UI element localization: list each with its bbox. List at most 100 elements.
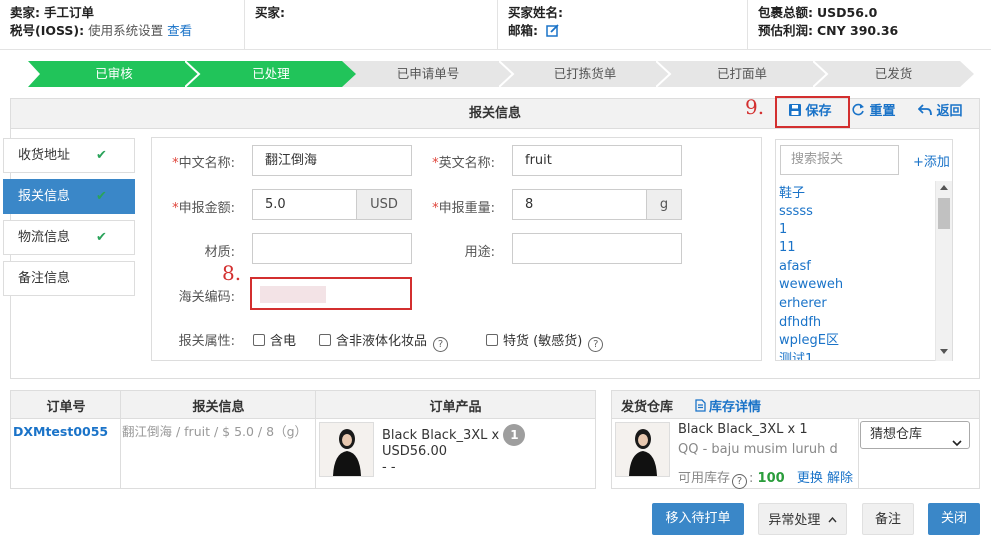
weight-input[interactable]: 8 (512, 189, 647, 220)
save-label: 保存 (805, 104, 832, 119)
step-tracking-applied: 已申请单号 (342, 61, 514, 87)
attr-sensitive[interactable]: 特货 (敏感货)? (486, 330, 604, 352)
step-label: 已处理 (252, 66, 290, 81)
tab-customs-info[interactable]: 报关信息 ✔ (3, 179, 135, 214)
customs-list-items: 鞋子 sssss 1 11 afasf weweweh erherer dfhd… (775, 185, 935, 360)
chevron-down-icon (952, 431, 962, 457)
stock-row: 可用库存?: 100 更换 解除 (678, 471, 853, 489)
annotation-8: 8. (222, 261, 242, 285)
list-item[interactable]: erherer (779, 295, 827, 313)
stock-label: 可用库存 (678, 471, 731, 486)
list-item[interactable]: 11 (779, 239, 796, 257)
product-title: Black Black_3XL x 1 (382, 424, 526, 446)
checkbox[interactable] (319, 334, 331, 346)
checkbox[interactable] (253, 334, 265, 346)
warehouse-product-image (615, 422, 670, 477)
scroll-thumb[interactable] (938, 198, 950, 229)
material-label: 材质: (204, 245, 235, 260)
unbind-link[interactable]: 解除 (827, 471, 853, 486)
help-icon[interactable]: ? (732, 474, 748, 489)
tab-logistics-info[interactable]: 物流信息 ✔ (3, 220, 135, 255)
cn-name-input[interactable]: 翻江倒海 (252, 145, 412, 176)
hs-code-input[interactable] (250, 277, 412, 310)
tab-shipping-address[interactable]: 收货地址 ✔ (3, 138, 135, 173)
back-label: 返回 (936, 104, 963, 119)
refresh-icon (852, 98, 865, 128)
exception-button[interactable]: 异常处理 (758, 503, 847, 535)
product-image (319, 422, 374, 477)
remark-button[interactable]: 备注 (862, 503, 914, 535)
seller-label: 卖家: (10, 5, 40, 20)
floppy-icon (789, 98, 801, 128)
usage-label: 用途: (464, 245, 495, 260)
back-arrow-icon (917, 98, 932, 128)
list-item[interactable]: 1 (779, 221, 787, 239)
weight-label: *申报重量: (432, 201, 495, 216)
col-order-no: 订单号 (46, 400, 86, 415)
step-shipped: 已发货 (813, 61, 974, 87)
buyer-name-column: 买家姓名: 邮箱: (498, 0, 748, 50)
reset-button[interactable]: 重置 (852, 97, 896, 127)
product-extra: - - (382, 460, 396, 475)
seller-column: 卖家: 手工订单 税号(IOSS): 使用系统设置 查看 (0, 0, 245, 50)
scroll-up-icon[interactable] (940, 185, 948, 190)
stock-detail-link[interactable]: 库存详情 (695, 396, 761, 416)
list-item[interactable]: 测试1 (779, 351, 813, 360)
step-label: 已申请单号 (396, 66, 460, 81)
chevron-up-icon (828, 504, 837, 536)
buyer-column: 买家: (245, 0, 498, 50)
weight-unit: g (646, 189, 682, 220)
en-name-input[interactable]: fruit (512, 145, 682, 176)
warehouse-product-title: Black Black_3XL x 1 (678, 422, 808, 437)
amount-unit: USD (356, 189, 412, 220)
list-item[interactable]: wplegE区 (779, 332, 839, 350)
check-icon: ✔ (96, 230, 107, 245)
list-item[interactable]: 鞋子 (779, 185, 805, 203)
attr-battery[interactable]: 含电 (253, 330, 296, 349)
tax-view-link[interactable]: 查看 (167, 23, 192, 38)
tab-label: 收货地址 (18, 148, 71, 163)
quantity-badge: 1 (503, 424, 526, 446)
email-label: 邮箱: (508, 23, 538, 38)
order-no-link[interactable]: DXMtest0055 (13, 424, 108, 439)
add-customs-link[interactable]: +添加 (913, 151, 950, 170)
close-button[interactable]: 关闭 (928, 503, 980, 535)
scroll-down-icon[interactable] (940, 349, 948, 354)
back-button[interactable]: 返回 (917, 97, 963, 128)
warehouse-title: 发货仓库 (621, 400, 674, 415)
list-item[interactable]: afasf (779, 258, 811, 276)
move-to-print-button[interactable]: 移入待打单 (652, 503, 744, 535)
document-icon (695, 399, 706, 416)
step-label: 已打拣货单 (553, 66, 617, 81)
check-icon: ✔ (96, 189, 107, 204)
step-picking-printed: 已打拣货单 (499, 61, 671, 87)
tab-label: 报关信息 (18, 189, 71, 204)
edit-icon[interactable] (546, 23, 560, 42)
annotation-9: 9. (745, 95, 765, 119)
checkbox[interactable] (486, 334, 498, 346)
tab-label: 物流信息 (18, 230, 71, 245)
amount-input[interactable]: 5.0 (252, 189, 357, 220)
list-item[interactable]: dfhdfh (779, 314, 821, 332)
list-scrollbar[interactable] (935, 181, 952, 361)
step-label-printed: 已打面单 (656, 61, 828, 87)
attr-label: 报关属性: (178, 334, 235, 349)
save-button[interactable]: 保存 (789, 97, 832, 127)
warehouse-select[interactable]: 猜想仓库 (860, 421, 970, 449)
step-audited: 已审核 (28, 61, 200, 87)
material-input[interactable] (252, 233, 412, 264)
usage-input[interactable] (512, 233, 682, 264)
attr-cosmetics[interactable]: 含非液体化妆品? (319, 330, 449, 352)
tab-remark-info[interactable]: 备注信息 (3, 261, 135, 296)
tab-label: 备注信息 (18, 271, 71, 286)
change-link[interactable]: 更换 (797, 471, 823, 486)
reset-label: 重置 (869, 104, 896, 119)
step-label: 已审核 (95, 66, 133, 81)
help-icon[interactable]: ? (588, 337, 604, 352)
list-item[interactable]: sssss (779, 203, 813, 221)
order-info-bar: 卖家: 手工订单 税号(IOSS): 使用系统设置 查看 买家: 买家姓名: 邮… (0, 0, 991, 50)
warehouse-product-sub: QQ - baju musim luruh d (678, 442, 838, 457)
help-icon[interactable]: ? (433, 337, 449, 352)
list-item[interactable]: weweweh (779, 276, 843, 294)
customs-search-input[interactable]: 搜索报关 (780, 145, 899, 175)
